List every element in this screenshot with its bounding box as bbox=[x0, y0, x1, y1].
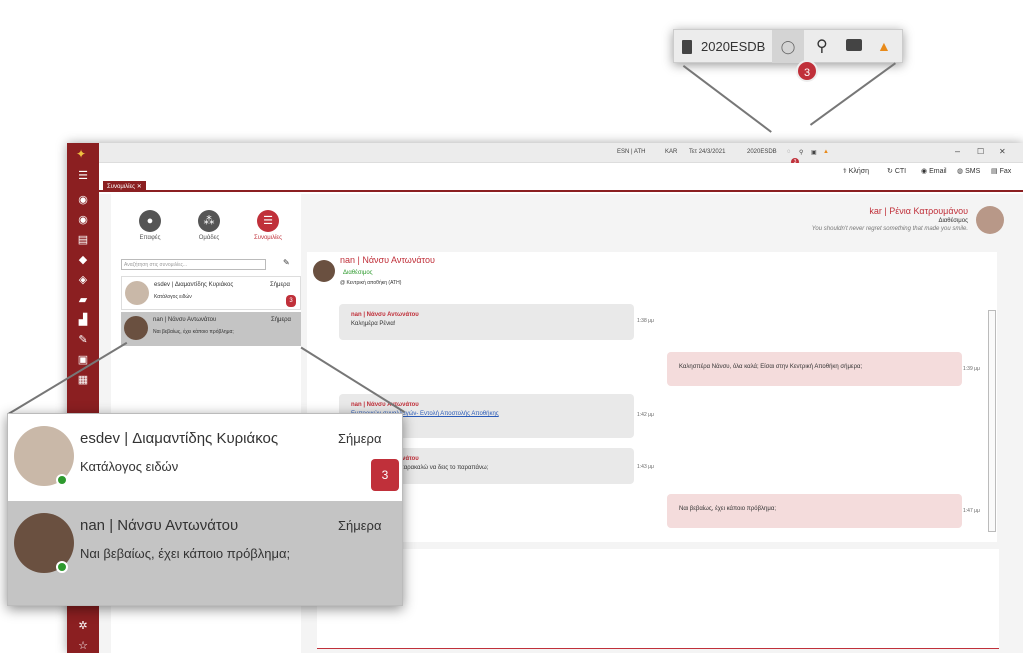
cti-button[interactable]: ↻ CTI bbox=[887, 167, 906, 175]
message-time: 1:47 μμ bbox=[963, 508, 980, 514]
minimize-icon[interactable]: – bbox=[955, 146, 960, 156]
email-button[interactable]: ◉ Email bbox=[921, 167, 947, 175]
list-item[interactable]: nan | Νάνσυ Αντωνάτου Σήμερα Ναι βεβαίως… bbox=[8, 501, 402, 605]
unread-badge: 3 bbox=[371, 459, 399, 491]
search-input[interactable]: Αναζήτηση στις συνομιλίες... bbox=[121, 259, 266, 270]
maximize-icon[interactable]: ☐ bbox=[977, 147, 984, 156]
groups-nav-icon: ⁂ bbox=[198, 210, 220, 232]
compose-icon[interactable]: ✎ bbox=[283, 258, 290, 267]
search-icon[interactable]: ⚲ bbox=[816, 36, 828, 56]
company-label[interactable]: ESN | ATH bbox=[617, 149, 645, 155]
tab-chats[interactable]: Συνομιλίες ✕ bbox=[103, 181, 146, 192]
chat-scrollbar[interactable] bbox=[988, 310, 996, 532]
peer-name: nan | Νάνσυ Αντωνάτου bbox=[340, 255, 435, 265]
notification-badge: 3 bbox=[796, 60, 818, 82]
conversation-list-zoom: esdev | Διαμαντίδης Κυριάκος Σήμερα Κατά… bbox=[7, 413, 403, 606]
list-item[interactable]: esdev | Διαμαντίδης Κυριάκος Σήμερα Κατά… bbox=[8, 414, 402, 501]
contacts-icon[interactable]: ◉ bbox=[75, 213, 91, 227]
bell-icon[interactable]: ▲ bbox=[877, 38, 891, 54]
peer-location: @ Κεντρική αποθήκη (ATH) bbox=[340, 280, 402, 286]
profile-status: Διαθέσιμος bbox=[938, 218, 968, 224]
unread-badge: 3 bbox=[286, 295, 296, 307]
message-outgoing: Καλησπέρα Νάνσυ, όλα καλά; Είσαι στην Κε… bbox=[667, 352, 962, 386]
box-icon[interactable]: ◈ bbox=[75, 273, 91, 287]
profile-name: kar | Ρένια Κατρουμάνου bbox=[869, 206, 968, 216]
edit-icon[interactable]: ✎ bbox=[75, 333, 91, 347]
contacts-nav-icon: ● bbox=[139, 210, 161, 232]
chat-icon-small[interactable]: ◌ bbox=[787, 149, 791, 155]
action-bar: ⚕ Κλήση ↻ CTI ◉ Email ◍ SMS ▤ Fax bbox=[99, 163, 1023, 179]
avatar bbox=[125, 281, 149, 305]
message-time: 1:38 μμ bbox=[637, 318, 654, 324]
toolbar-zoom-callout: 2020ESDB ◯ ⚲ ▲ 3 bbox=[673, 29, 903, 82]
star-icon[interactable]: ☆ bbox=[75, 639, 91, 653]
message-time: 1:39 μμ bbox=[963, 366, 980, 372]
database-label-small[interactable]: 2020ESDB bbox=[747, 149, 777, 155]
message-time: 1:43 μμ bbox=[637, 464, 654, 470]
database-label[interactable]: 2020ESDB bbox=[701, 39, 765, 54]
inventory-icon[interactable]: ◆ bbox=[75, 253, 91, 267]
nav-contacts[interactable]: ● Επαφές bbox=[125, 210, 175, 241]
search-icon-small[interactable]: ⚲ bbox=[799, 149, 803, 156]
app-logo-icon: ✦ bbox=[76, 147, 87, 161]
call-button[interactable]: ⚕ Κλήση bbox=[843, 167, 869, 175]
online-status-icon bbox=[56, 474, 68, 486]
status-bar: ESN | ATH KAR Τετ 24/3/2021 2020ESDB ◌ 3… bbox=[99, 143, 1023, 166]
chart-icon[interactable]: ▟ bbox=[75, 313, 91, 327]
reports-icon[interactable]: ▦ bbox=[75, 373, 91, 387]
dashboard-icon[interactable]: ◉ bbox=[75, 193, 91, 207]
documents-icon[interactable]: ▤ bbox=[75, 233, 91, 247]
nav-groups[interactable]: ⁂ Ομάδες bbox=[184, 210, 234, 241]
chat-window: nan | Νάνσυ Αντωνάτου Διαθέσιμος @ Κεντρ… bbox=[307, 252, 997, 542]
date-label[interactable]: Τετ 24/3/2021 bbox=[689, 149, 725, 155]
avatar bbox=[124, 316, 148, 340]
list-item[interactable]: esdev | Διαμαντίδης Κυριάκος Σήμερα Κατά… bbox=[121, 276, 301, 310]
chats-nav-icon: ☰ bbox=[257, 210, 279, 232]
close-icon[interactable]: ✕ bbox=[999, 147, 1006, 156]
camera-icon-small[interactable]: ▣ bbox=[811, 149, 817, 156]
nav-chats[interactable]: ☰ Συνομιλίες bbox=[243, 210, 293, 241]
fax-button[interactable]: ▤ Fax bbox=[991, 167, 1011, 175]
menu-icon[interactable]: ☰ bbox=[75, 169, 91, 183]
peer-avatar bbox=[313, 260, 335, 282]
settings-icon[interactable]: ✲ bbox=[75, 619, 91, 633]
message-outgoing: Ναι βεβαίως, έχει κάποιο πρόβλημα; bbox=[667, 494, 962, 528]
peer-status: Διαθέσιμος bbox=[343, 270, 373, 276]
bell-icon-small[interactable]: ▲ bbox=[823, 149, 829, 155]
message-time: 1:42 μμ bbox=[637, 412, 654, 418]
database-icon bbox=[682, 40, 692, 54]
message-compose-input[interactable] bbox=[317, 549, 999, 649]
online-status-icon bbox=[56, 561, 68, 573]
list-item[interactable]: nan | Νάνσυ Αντωνάτου Σήμερα Ναι βεβαίως… bbox=[121, 312, 301, 346]
truck-icon[interactable]: ▰ bbox=[75, 293, 91, 307]
profile-header: kar | Ρένια Κατρουμάνου Διαθέσιμος You s… bbox=[639, 206, 1004, 234]
tab-strip: Συνομιλίες ✕ bbox=[99, 179, 1023, 192]
profile-avatar[interactable] bbox=[976, 206, 1004, 234]
profile-motto: You shouldn't never regret something tha… bbox=[811, 226, 968, 232]
user-label[interactable]: KAR bbox=[665, 149, 677, 155]
message-incoming: nan | Νάνσυ Αντωνάτου Καλημέρα Ρένια! bbox=[339, 304, 634, 340]
camera-icon[interactable] bbox=[846, 39, 862, 51]
sms-button[interactable]: ◍ SMS bbox=[957, 167, 980, 175]
chat-icon[interactable]: ◯ bbox=[772, 30, 804, 63]
